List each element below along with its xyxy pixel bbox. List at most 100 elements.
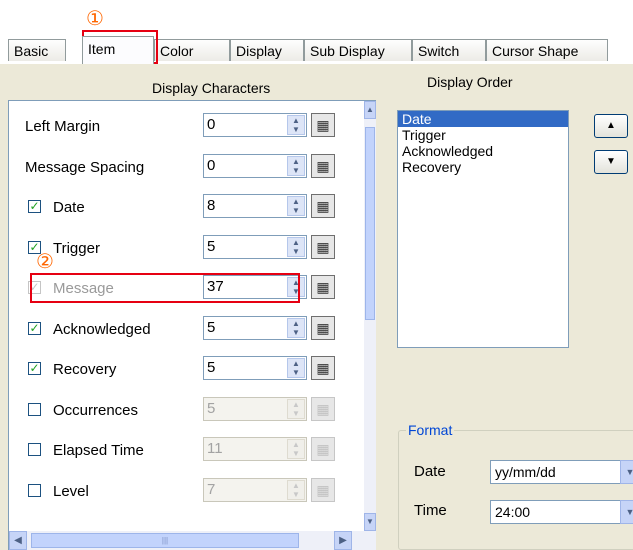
calculator-icon[interactable]: ▦ bbox=[311, 396, 335, 421]
date-value: 8 bbox=[207, 197, 216, 214]
spinner-icon[interactable]: ▲ ▼ bbox=[287, 155, 305, 176]
calculator-icon[interactable]: ▦ bbox=[311, 315, 335, 340]
elapsed-time-value: 11 bbox=[207, 440, 223, 457]
format-title: Format bbox=[406, 422, 455, 438]
left-margin-value: 0 bbox=[207, 116, 216, 133]
spinner-icon[interactable]: ▲ ▼ bbox=[287, 236, 305, 257]
recovery-label: Recovery bbox=[53, 361, 117, 378]
date-number-input[interactable]: 8 ▲ ▼ bbox=[203, 194, 307, 218]
tab-cursor-shape[interactable]: Cursor Shape bbox=[486, 39, 608, 61]
scroll-left-icon[interactable]: ◀ bbox=[9, 531, 27, 550]
acknowledged-label: Acknowledged bbox=[53, 320, 151, 338]
order-item-recovery[interactable]: Recovery bbox=[398, 159, 568, 175]
spinner-icon[interactable]: ▲ ▼ bbox=[287, 398, 305, 419]
order-item-trigger[interactable]: Trigger bbox=[398, 127, 568, 143]
message-spacing-value: 0 bbox=[207, 156, 216, 174]
recovery-number-input[interactable]: 5 ▲ ▼ bbox=[203, 356, 307, 380]
date-format-select[interactable]: yy/mm/dd ▼ bbox=[490, 460, 633, 484]
chevron-down-icon[interactable]: ▼ bbox=[620, 500, 633, 524]
recovery-checkbox[interactable]: ✓ bbox=[28, 362, 41, 375]
scroll-down-icon[interactable]: ▼ bbox=[364, 513, 376, 531]
order-item-date[interactable]: Date bbox=[398, 111, 568, 127]
tab-basic[interactable]: Basic bbox=[8, 39, 66, 61]
tab-display[interactable]: Display bbox=[230, 39, 304, 61]
setting-row-message-spacing: Message Spacing 0 ▲ ▼ ▦ bbox=[9, 147, 364, 187]
left-margin-number-input[interactable]: 0 ▲ ▼ bbox=[203, 113, 307, 137]
elapsed-time-label: Elapsed Time bbox=[53, 442, 144, 459]
setting-row-elapsed-time: Elapsed Time 11 ▲ ▼ ▦ bbox=[9, 430, 364, 470]
spinner-icon[interactable]: ▲ ▼ bbox=[287, 115, 305, 135]
date-format-label: Date bbox=[414, 463, 446, 480]
spinner-icon[interactable]: ▲ ▼ bbox=[287, 479, 305, 500]
level-label: Level bbox=[53, 482, 89, 500]
setting-row-message: ✓ Message 37 ▲ ▼ ▦ bbox=[9, 268, 364, 308]
trigger-number-input[interactable]: 5 ▲ ▼ bbox=[203, 234, 307, 259]
setting-row-recovery: ✓ Recovery 5 ▲ ▼ ▦ bbox=[9, 349, 364, 389]
tab-switch[interactable]: Switch bbox=[412, 39, 486, 61]
order-item-acknowledged[interactable]: Acknowledged bbox=[398, 143, 568, 159]
annotation-marker-1: ① bbox=[86, 6, 104, 30]
elapsed-time-number-input[interactable]: 11 ▲ ▼ bbox=[203, 437, 307, 461]
calculator-icon[interactable]: ▦ bbox=[311, 234, 335, 259]
tab-sub-display[interactable]: Sub Display bbox=[304, 39, 412, 61]
spinner-icon[interactable]: ▲ ▼ bbox=[287, 196, 305, 216]
left-margin-label: Left Margin bbox=[25, 118, 101, 135]
occurrences-number-input[interactable]: 5 ▲ ▼ bbox=[203, 396, 307, 421]
message-value: 37 bbox=[207, 278, 224, 295]
message-spacing-number-input[interactable]: 0 ▲ ▼ bbox=[203, 153, 307, 178]
time-format-select[interactable]: 24:00 ▼ bbox=[490, 500, 633, 524]
calculator-icon[interactable]: ▦ bbox=[311, 477, 335, 502]
tab-item[interactable]: Item bbox=[82, 36, 154, 64]
calculator-icon[interactable]: ▦ bbox=[311, 113, 335, 137]
tab-color[interactable]: Color bbox=[154, 39, 230, 61]
time-format-label: Time bbox=[414, 502, 447, 519]
recovery-value: 5 bbox=[207, 359, 216, 376]
setting-row-occurrences: Occurrences 5 ▲ ▼ ▦ bbox=[9, 390, 364, 430]
move-up-button[interactable]: ▲ bbox=[594, 114, 628, 138]
level-number-input[interactable]: 7 ▲ ▼ bbox=[203, 477, 307, 502]
date-format-value: yy/mm/dd bbox=[495, 464, 556, 480]
setting-row-date: ✓ Date 8 ▲ ▼ ▦ bbox=[9, 187, 364, 227]
trigger-label: Trigger bbox=[53, 239, 100, 257]
occurrences-label: Occurrences bbox=[53, 401, 139, 419]
date-checkbox[interactable]: ✓ bbox=[28, 200, 41, 213]
spinner-icon[interactable]: ▲ ▼ bbox=[287, 317, 305, 338]
level-checkbox[interactable] bbox=[28, 483, 41, 497]
move-down-button[interactable]: ▼ bbox=[594, 150, 628, 174]
setting-row-trigger: ✓ Trigger 5 ▲ ▼ ▦ bbox=[9, 228, 364, 268]
arrow-up-icon: ▲ bbox=[606, 120, 616, 131]
horizontal-scrollbar[interactable]: ◀ ||| ▶ bbox=[9, 531, 364, 550]
calculator-icon[interactable]: ▦ bbox=[311, 153, 335, 178]
scroll-thumb[interactable] bbox=[365, 127, 375, 320]
spinner-icon[interactable]: ▲ ▼ bbox=[287, 439, 305, 459]
acknowledged-number-input[interactable]: 5 ▲ ▼ bbox=[203, 315, 307, 340]
scroll-right-icon[interactable]: ▶ bbox=[334, 531, 352, 550]
horizontal-scroll-thumb[interactable]: ||| bbox=[31, 533, 299, 548]
spinner-icon[interactable]: ▲ ▼ bbox=[287, 277, 305, 297]
setting-row-level: Level 7 ▲ ▼ ▦ bbox=[9, 471, 364, 511]
calculator-icon[interactable]: ▦ bbox=[311, 194, 335, 218]
calculator-icon[interactable]: ▦ bbox=[311, 356, 335, 380]
spinner-icon[interactable]: ▲ ▼ bbox=[287, 358, 305, 378]
display-characters-list: Left Margin 0 ▲ ▼ ▦ Message Spacing 0 ▲ ▼ ▦… bbox=[8, 100, 376, 550]
calculator-icon[interactable]: ▦ bbox=[311, 437, 335, 461]
elapsed-time-checkbox[interactable] bbox=[28, 443, 41, 456]
display-order-list[interactable]: Date Trigger Acknowledged Recovery bbox=[397, 110, 569, 348]
acknowledged-checkbox[interactable]: ✓ bbox=[28, 321, 41, 335]
message-checkbox[interactable]: ✓ bbox=[28, 281, 41, 294]
trigger-value: 5 bbox=[207, 237, 216, 255]
level-value: 7 bbox=[207, 480, 216, 498]
calculator-icon[interactable]: ▦ bbox=[311, 275, 335, 299]
display-order-heading: Display Order bbox=[427, 74, 513, 90]
scroll-up-icon[interactable]: ▲ bbox=[364, 101, 376, 119]
date-label: Date bbox=[53, 199, 85, 216]
acknowledged-value: 5 bbox=[207, 318, 216, 336]
message-number-input[interactable]: 37 ▲ ▼ bbox=[203, 275, 307, 299]
chevron-down-icon[interactable]: ▼ bbox=[620, 460, 633, 484]
occurrences-value: 5 bbox=[207, 399, 216, 417]
setting-row-acknowledged: ✓ Acknowledged 5 ▲ ▼ ▦ bbox=[9, 309, 364, 349]
vertical-scrollbar[interactable]: ▲ ▼ bbox=[364, 101, 376, 550]
annotation-marker-2: ② bbox=[36, 249, 54, 273]
occurrences-checkbox[interactable] bbox=[28, 402, 41, 416]
message-label: Message bbox=[53, 280, 114, 297]
